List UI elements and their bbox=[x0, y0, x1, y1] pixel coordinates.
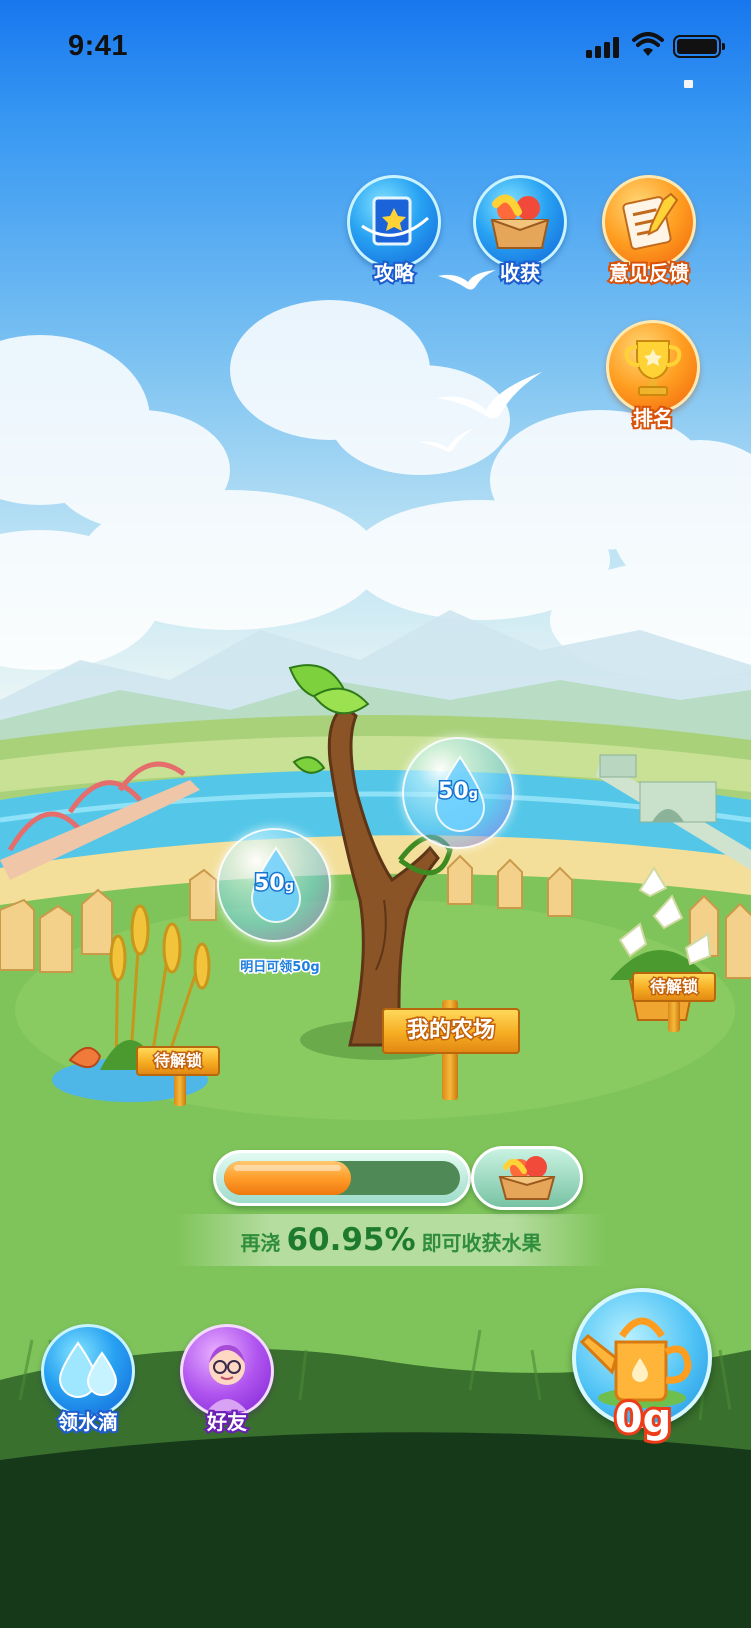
guide-circle bbox=[347, 175, 441, 269]
feedback-label: 意见反馈 bbox=[607, 259, 691, 287]
harvest-circle bbox=[473, 175, 567, 269]
get-water-label: 领水滴 bbox=[56, 1408, 120, 1436]
get-water-circle bbox=[41, 1324, 135, 1418]
water-drop-icon bbox=[58, 1341, 118, 1398]
ranking-circle bbox=[606, 320, 700, 414]
locked-left-label: 待解锁 bbox=[136, 1046, 220, 1076]
progress-suffix: 即可收获水果 bbox=[421, 1231, 542, 1255]
my-farm-label: 我的农场 bbox=[382, 1008, 520, 1054]
feedback-circle bbox=[602, 175, 696, 269]
progress-fill bbox=[224, 1161, 352, 1195]
farm-app: 9:41 攻略 收获 意见反馈 排名 50g 明日可领50g 50g 我的农场 … bbox=[0, 0, 751, 1628]
friends-circle bbox=[180, 1324, 274, 1418]
guide-label: 攻略 bbox=[372, 259, 416, 287]
status-time: 9:41 bbox=[68, 30, 129, 62]
feedback-button[interactable]: 意见反馈 bbox=[597, 175, 701, 295]
fruit-box-icon bbox=[498, 1156, 556, 1200]
watering-can-button[interactable]: 0g bbox=[568, 1288, 718, 1458]
status-bar: 9:41 bbox=[0, 0, 751, 100]
fruit-basket-button[interactable] bbox=[471, 1146, 583, 1210]
locked-plot-right[interactable]: 待解锁 bbox=[632, 962, 716, 1032]
signal-icon bbox=[586, 36, 622, 58]
bubble-right-amount: 50g bbox=[437, 778, 480, 806]
guide-book-icon bbox=[361, 196, 429, 246]
bubble-left-amount: 50g bbox=[253, 870, 296, 898]
locked-plot-left[interactable]: 待解锁 bbox=[136, 1036, 220, 1106]
battery-icon bbox=[673, 35, 725, 58]
bubble-left-hint: 明日可领50g bbox=[239, 959, 321, 977]
harvest-button[interactable]: 收获 bbox=[468, 175, 572, 295]
ranking-button[interactable]: 排名 bbox=[601, 320, 705, 440]
progress-inner bbox=[224, 1161, 460, 1195]
wifi-icon bbox=[632, 32, 664, 56]
friend-avatar-icon bbox=[207, 1345, 247, 1411]
status-indicator bbox=[684, 80, 693, 88]
harvest-progress-text: 再浇 60.95% 即可收获水果 bbox=[176, 1214, 606, 1266]
guide-button[interactable]: 攻略 bbox=[342, 175, 446, 295]
water-bubble-left[interactable]: 50g bbox=[217, 828, 331, 942]
locked-right-label: 待解锁 bbox=[632, 972, 716, 1002]
water-amount: 0g bbox=[612, 1393, 674, 1445]
progress-percent: 60.95% bbox=[286, 1222, 416, 1258]
my-farm-sign[interactable]: 我的农场 bbox=[382, 990, 522, 1110]
friends-label: 好友 bbox=[205, 1408, 249, 1436]
fruit-box-icon bbox=[490, 194, 550, 249]
friends-button[interactable]: 好友 bbox=[175, 1324, 279, 1444]
feedback-notes-icon bbox=[622, 192, 679, 250]
progress-track bbox=[213, 1150, 471, 1206]
trophy-icon bbox=[624, 340, 682, 396]
progress-prefix: 再浇 bbox=[240, 1231, 281, 1255]
harvest-progress bbox=[213, 1146, 583, 1210]
harvest-label: 收获 bbox=[498, 259, 542, 287]
ranking-label: 排名 bbox=[631, 404, 675, 432]
water-bubble-right[interactable]: 50g bbox=[402, 737, 514, 849]
get-water-button[interactable]: 领水滴 bbox=[36, 1324, 140, 1444]
